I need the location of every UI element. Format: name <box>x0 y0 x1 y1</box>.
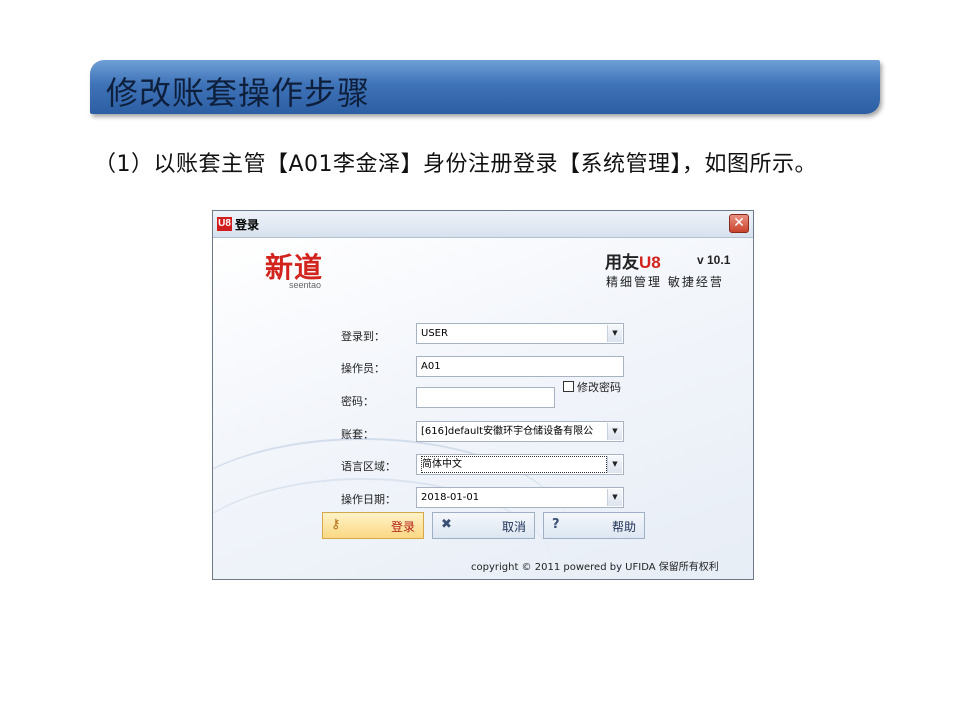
product-slogan: 精细管理 敏捷经营 <box>606 275 724 289</box>
login-button-label: 登录 <box>390 520 415 534</box>
login-to-value: USER <box>421 328 448 339</box>
change-password-label[interactable]: 修改密码 <box>577 379 621 395</box>
help-button-label: 帮助 <box>611 520 636 534</box>
product-version: v 10.1 <box>697 253 731 267</box>
copyright-text: copyright © 2011 powered by UFIDA 保留所有权利 <box>471 562 719 573</box>
question-icon: ? <box>552 517 560 532</box>
chevron-down-icon[interactable]: ▼ <box>607 423 622 440</box>
close-button[interactable]: ✕ <box>729 214 749 233</box>
language-select[interactable]: 简体中文 ▼ <box>416 454 624 475</box>
login-to-select[interactable]: USER ▼ <box>416 323 624 344</box>
u8-logo-icon: U8 <box>217 217 232 231</box>
key-icon: ⚷ <box>331 517 341 532</box>
login-button[interactable]: ⚷ 登录 <box>322 512 424 539</box>
change-password-checkbox[interactable] <box>563 381 574 392</box>
password-label: 密码： <box>341 395 374 408</box>
chevron-down-icon[interactable]: ▼ <box>607 489 622 506</box>
operator-input[interactable]: A01 <box>416 356 624 377</box>
dialog-title: 登录 <box>235 218 260 232</box>
dialog-body: 新道 seentao 用友U8 v 10.1 精细管理 敏捷经营 登录到： US… <box>213 238 753 579</box>
password-input[interactable] <box>416 387 555 408</box>
help-button[interactable]: ? 帮助 <box>543 512 645 539</box>
date-label: 操作日期： <box>341 493 396 506</box>
language-label: 语言区域： <box>341 460 396 473</box>
operator-label: 操作员： <box>341 362 385 375</box>
account-label: 账套： <box>341 428 374 441</box>
login-dialog: U8 登录 ✕ 新道 seentao 用友U8 v 10.1 精细管理 敏捷经营… <box>212 210 754 580</box>
cancel-button[interactable]: ✖ 取消 <box>432 512 535 539</box>
account-value: [616]default安徽环宇仓储设备有限公 <box>421 426 594 437</box>
language-value: 简体中文 <box>421 456 607 473</box>
account-select[interactable]: [616]default安徽环宇仓储设备有限公 ▼ <box>416 421 624 442</box>
slide-title-bar: 修改账套操作步骤 <box>90 60 880 114</box>
dialog-titlebar[interactable]: U8 登录 ✕ <box>213 211 753 238</box>
product-u8-logo: U8 <box>639 253 661 272</box>
slide-title: 修改账套操作步骤 <box>106 74 371 112</box>
product-name: 用友U8 <box>605 248 661 273</box>
date-select[interactable]: 2018-01-01 ▼ <box>416 487 624 508</box>
product-name-text: 用友 <box>605 253 639 273</box>
brand-subtitle: seentao <box>289 280 322 290</box>
login-to-label: 登录到： <box>341 330 385 343</box>
x-icon: ✖ <box>441 517 452 532</box>
cancel-button-label: 取消 <box>501 520 526 534</box>
date-value: 2018-01-01 <box>421 492 480 503</box>
chevron-down-icon[interactable]: ▼ <box>607 325 622 342</box>
slide-paragraph: （1）以账套主管【A01李金泽】身份注册登录【系统管理】，如图所示。 <box>94 152 818 177</box>
chevron-down-icon[interactable]: ▼ <box>607 456 622 473</box>
